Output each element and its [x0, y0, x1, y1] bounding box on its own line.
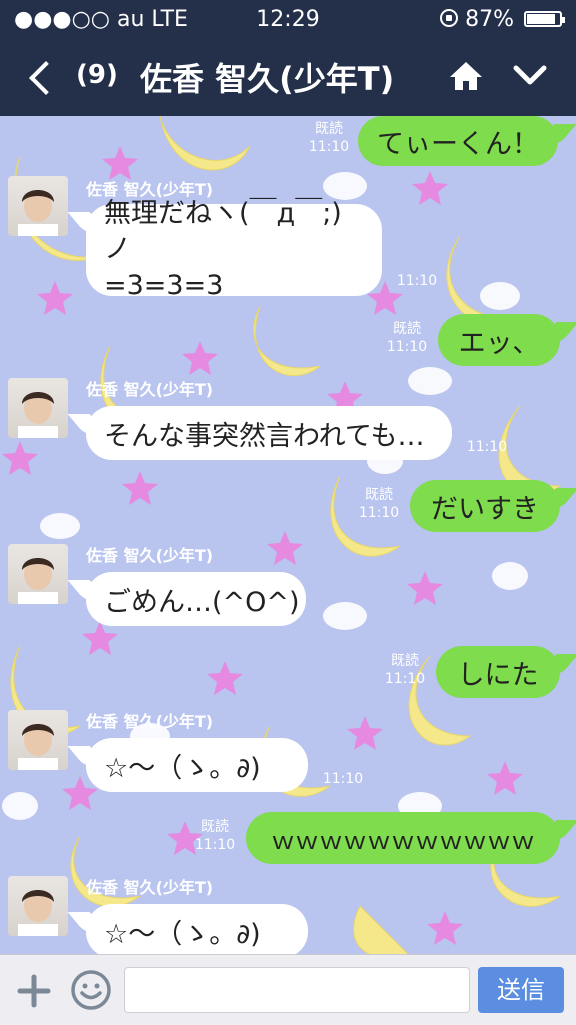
message-meta: 既読 11:10 [378, 320, 436, 356]
unread-count: (9) [76, 60, 118, 90]
chat-title: 佐香 智久(少年T) [140, 60, 395, 98]
message-time: 11:10 [322, 771, 364, 787]
plus-icon [17, 974, 51, 1008]
status-bar: ●●●○○ au LTE 12:29 87% [0, 0, 576, 38]
add-attachment-button[interactable] [16, 973, 52, 1009]
avatar-image [18, 724, 58, 770]
menu-button[interactable] [508, 54, 552, 94]
message-line: =3=3=3 [104, 270, 224, 301]
back-button[interactable]: (9) [24, 46, 134, 108]
message-time: 11:10 [396, 273, 438, 289]
read-receipt: 既読 [201, 819, 229, 835]
avatar-image [18, 392, 58, 438]
message-time: 11:10 [386, 339, 428, 355]
rotation-lock-icon [440, 9, 458, 27]
avatar[interactable] [8, 876, 68, 936]
read-receipt: 既読 [393, 321, 421, 337]
message-time: 11:10 [384, 671, 426, 687]
outgoing-message-bubble[interactable]: だいすき [410, 480, 560, 532]
avatar-image [18, 558, 58, 604]
read-receipt: 既読 [391, 653, 419, 669]
send-button[interactable]: 送信 [478, 967, 564, 1013]
battery-level-fill [527, 14, 555, 24]
sticker-button[interactable] [70, 969, 112, 1011]
chat-area[interactable]: 既読 11:10 てぃーくん！ 佐香 智久(少年T) 無理だねヽ(￣д￣;)ノ … [0, 116, 576, 954]
top-bar: ●●●○○ au LTE 12:29 87% (9) 佐香 智久(少年T) [0, 0, 576, 116]
incoming-message-bubble[interactable]: そんな事突然言われても… [86, 406, 452, 460]
incoming-message-bubble[interactable]: ☆〜（ゝ。∂) [86, 738, 308, 792]
outgoing-message-bubble[interactable]: てぃーくん！ [358, 116, 558, 166]
home-icon [450, 62, 482, 90]
message-meta: 既読 11:10 [300, 120, 358, 156]
message-line: 無理だねヽ(￣д￣;)ノ [104, 198, 342, 265]
avatar[interactable] [8, 544, 68, 604]
avatar-image [18, 190, 58, 236]
incoming-message-bubble[interactable]: ☆〜（ゝ。∂) [86, 904, 308, 954]
message-time: 11:10 [308, 139, 350, 155]
avatar[interactable] [8, 378, 68, 438]
message-time: 11:10 [466, 439, 508, 455]
message-input[interactable] [124, 967, 470, 1013]
nav-bar: (9) 佐香 智久(少年T) [0, 38, 576, 116]
sender-name: 佐香 智久(少年T) [86, 878, 214, 897]
message-meta: 既読 11:10 [376, 652, 434, 688]
message-meta: 既読 11:10 [186, 818, 244, 854]
smiley-icon [71, 970, 111, 1010]
battery-percent: 87% [465, 7, 514, 32]
battery-icon [524, 11, 565, 27]
incoming-message-bubble[interactable]: ごめん…(^O^) [86, 572, 306, 626]
read-receipt: 既読 [315, 121, 343, 137]
message-time: 11:10 [194, 837, 236, 853]
chevron-left-icon [29, 61, 63, 95]
message-input-bar: 送信 [0, 954, 576, 1025]
read-receipt: 既読 [365, 487, 393, 503]
message-meta: 既読 11:10 [350, 486, 408, 522]
incoming-message-bubble[interactable]: 無理だねヽ(￣д￣;)ノ =3=3=3 [86, 198, 382, 301]
avatar[interactable] [8, 176, 68, 236]
chevron-down-icon [513, 65, 547, 85]
outgoing-message-bubble[interactable]: ｗｗｗｗｗｗｗｗｗｗｗ [246, 812, 560, 864]
sender-name: 佐香 智久(少年T) [86, 380, 214, 399]
avatar[interactable] [8, 710, 68, 770]
home-button[interactable] [446, 56, 486, 96]
message-time: 11:10 [358, 505, 400, 521]
sender-name: 佐香 智久(少年T) [86, 712, 214, 731]
outgoing-message-bubble[interactable]: しにた [436, 646, 560, 698]
sender-name: 佐香 智久(少年T) [86, 546, 214, 565]
avatar-image [18, 890, 58, 936]
outgoing-message-bubble[interactable]: エッ、 [438, 314, 560, 366]
